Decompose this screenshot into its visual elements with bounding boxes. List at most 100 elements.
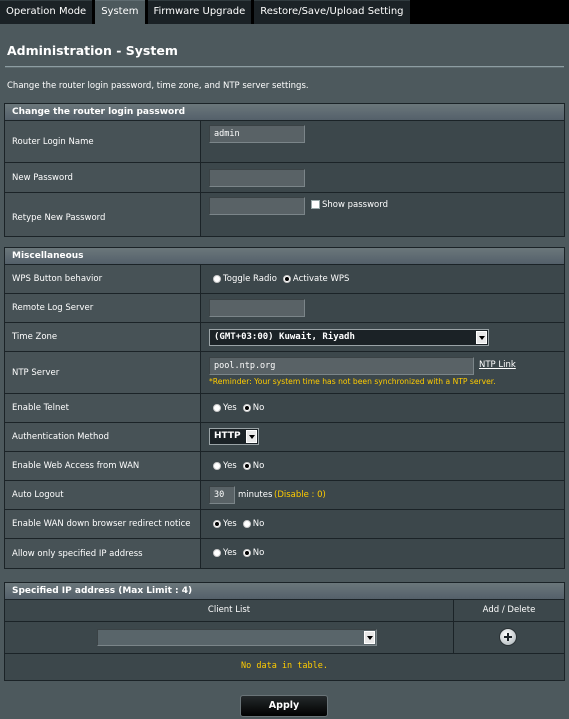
row-ntp: NTP Server pool.ntp.org NTP Link *Remind… [5,352,564,394]
login-name-label: Router Login Name [5,121,201,162]
wan-redirect-yes-label: Yes [223,519,237,529]
ip-table-header-row: Client List Add / Delete [5,600,564,622]
tab-restore-save-upload[interactable]: Restore/Save/Upload Setting [254,0,410,24]
retype-password-label: Retype New Password [5,193,201,236]
time-zone-value: (GMT+03:00) Kuwait, Riyadh [214,332,355,342]
telnet-no-label: No [252,403,265,413]
show-password-toggle[interactable]: Show password [311,200,388,210]
auth-method-cell: HTTP [201,423,564,451]
telnet-cell: Yes No [201,394,564,422]
ip-table-empty-text: No data in table. [5,654,564,680]
new-password-input[interactable] [209,169,305,187]
column-client-list: Client List [5,600,454,621]
allow-ip-yes-option[interactable] [213,549,221,557]
wan-access-radio-group: Yes No [213,461,270,471]
telnet-label: Enable Telnet [5,394,201,422]
telnet-radio-group: Yes No [213,403,270,413]
wps-toggle-radio-option[interactable] [213,275,221,283]
allow-ip-cell: Yes No [201,539,564,568]
new-password-cell [201,163,564,192]
ntp-cell: pool.ntp.org NTP Link *Reminder: Your sy… [201,352,564,393]
allow-ip-label: Allow only specified IP address [5,539,201,568]
tab-operation-mode[interactable]: Operation Mode [0,0,93,24]
row-time-zone: Time Zone (GMT+03:00) Kuwait, Riyadh [5,323,564,352]
client-list-cell [5,622,454,653]
chevron-down-icon [364,631,375,644]
ntp-label: NTP Server [5,352,201,393]
wps-radio-group: Toggle Radio Activate WPS [213,274,355,284]
allow-ip-no-option[interactable] [242,549,251,557]
add-icon[interactable] [499,628,517,646]
row-login-name: Router Login Name admin [5,121,564,163]
client-ip-input[interactable] [97,629,377,646]
column-add-delete: Add / Delete [454,600,564,621]
wan-access-label: Enable Web Access from WAN [5,452,201,480]
allow-ip-no-label: No [252,548,265,558]
tab-system[interactable]: System [95,0,145,24]
row-wps: WPS Button behavior Toggle Radio Activat… [5,265,564,294]
wps-activate-label: Activate WPS [292,274,350,284]
section-header-specified-ip: Specified IP address (Max Limit : 4) [5,583,564,600]
wan-redirect-cell: Yes No [201,510,564,538]
row-new-password: New Password [5,163,564,193]
ip-entry-row [5,622,564,654]
row-wan-access: Enable Web Access from WAN Yes No [5,452,564,481]
title-divider-shadow [5,67,564,68]
add-delete-cell [454,622,564,653]
auto-logout-hint: (Disable : 0) [274,490,326,500]
section-header-misc: Miscellaneous [5,248,564,265]
row-wan-redirect: Enable WAN down browser redirect notice … [5,510,564,539]
auto-logout-unit: minutes [238,490,273,500]
miscellaneous-table: Miscellaneous WPS Button behavior Toggle… [4,247,565,569]
show-password-checkbox[interactable] [311,200,320,209]
wan-redirect-radio-group: Yes No [213,519,270,529]
wps-toggle-radio-label: Toggle Radio [223,274,277,284]
wan-redirect-yes-option[interactable] [213,520,221,528]
auth-method-label: Authentication Method [5,423,201,451]
telnet-yes-option[interactable] [213,404,221,412]
auto-logout-label: Auto Logout [5,481,201,509]
login-name-input[interactable]: admin [209,125,305,143]
retype-password-cell: Show password [201,193,564,236]
auto-logout-cell: 30 minutes (Disable : 0) [201,481,564,509]
remote-log-input[interactable] [209,299,305,317]
ntp-server-input[interactable]: pool.ntp.org [209,357,474,375]
wps-label: WPS Button behavior [5,265,201,293]
remote-log-label: Remote Log Server [5,294,201,322]
ntp-link[interactable]: NTP Link [479,360,516,370]
wan-redirect-label: Enable WAN down browser redirect notice [5,510,201,538]
login-password-table: Change the router login password Router … [4,103,565,237]
row-auto-logout: Auto Logout 30 minutes (Disable : 0) [5,481,564,510]
time-zone-label: Time Zone [5,323,201,351]
retype-password-input[interactable] [209,197,305,215]
auth-method-value: HTTP [214,431,241,441]
allow-ip-radio-group: Yes No [213,548,270,558]
row-allow-ip: Allow only specified IP address Yes No [5,539,564,568]
ip-empty-row: No data in table. [5,654,564,680]
chevron-down-icon [246,430,257,443]
tab-bar: Operation Mode System Firmware Upgrade R… [0,0,569,24]
apply-button[interactable]: Apply [240,695,328,717]
row-retype-password: Retype New Password Show password [5,193,564,236]
time-zone-select[interactable]: (GMT+03:00) Kuwait, Riyadh [209,329,489,346]
telnet-yes-label: Yes [223,403,237,413]
wan-access-yes-option[interactable] [213,462,221,470]
auto-logout-input[interactable]: 30 [209,486,235,504]
auth-method-select[interactable]: HTTP [209,428,259,445]
wps-activate-option[interactable] [282,275,291,283]
tab-firmware-upgrade[interactable]: Firmware Upgrade [147,0,252,24]
row-auth-method: Authentication Method HTTP [5,423,564,452]
chevron-down-icon [476,331,487,344]
telnet-no-option[interactable] [242,404,251,412]
wan-redirect-no-label: No [252,519,265,529]
new-password-label: New Password [5,163,201,192]
wan-access-no-label: No [252,461,265,471]
page-title: Administration - System [7,43,178,58]
row-remote-log: Remote Log Server [5,294,564,323]
wan-redirect-no-option[interactable] [242,520,251,528]
specified-ip-table: Specified IP address (Max Limit : 4) Cli… [4,582,565,681]
section-header-login: Change the router login password [5,104,564,121]
wan-access-no-option[interactable] [242,462,251,470]
row-telnet: Enable Telnet Yes No [5,394,564,423]
wan-access-cell: Yes No [201,452,564,480]
